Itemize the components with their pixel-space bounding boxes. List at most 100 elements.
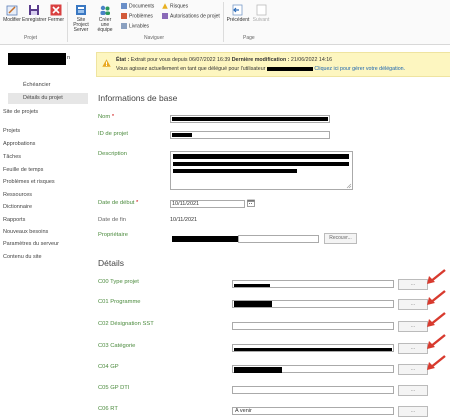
livrables-button[interactable]: Livrables [121, 23, 149, 29]
autorisations-button[interactable]: Autorisations de projet [162, 13, 220, 19]
modifier-button[interactable]: Modifier [2, 4, 22, 23]
ribbon-separator [223, 2, 224, 42]
suivant-button[interactable]: Suivant [250, 4, 272, 23]
nav-details-projet[interactable]: Détails du projet [23, 95, 63, 101]
description-redacted [173, 162, 349, 166]
warning-icon [102, 59, 111, 67]
nav-item-nouveaux-besoins[interactable]: Nouveaux besoins [3, 229, 48, 235]
nav-site-projets[interactable]: Site de projets [3, 109, 38, 115]
group-label-naviguer: Naviguer [144, 35, 165, 41]
id-projet-input[interactable] [170, 131, 330, 139]
calendar-icon[interactable] [247, 199, 255, 207]
nav-item-rapports[interactable]: Rapports [3, 217, 25, 223]
date-debut-label: Date de début * [98, 200, 139, 206]
recouvrir-button[interactable]: Recouvr... [324, 233, 357, 244]
description-label: Description [98, 151, 127, 157]
status-warning-bar: État : Extrait pour vous depuis 06/07/20… [96, 52, 450, 77]
deliverables-icon [121, 23, 127, 29]
c00-lookup-button[interactable]: ... [398, 279, 428, 290]
group-label-projet: Projet [24, 35, 38, 41]
c01-programme-label: C01 Programme [98, 299, 141, 305]
section-title-informations: Informations de base [98, 93, 178, 103]
permissions-icon [162, 13, 168, 19]
nom-label: Nom * [98, 114, 115, 120]
manage-delegation-link[interactable]: Cliquez ici pour gérer votre délégation. [314, 66, 405, 72]
nav-item-feuille-de-temps[interactable]: Feuille de temps [3, 167, 43, 173]
site-icon [76, 5, 86, 15]
issues-icon [121, 13, 127, 19]
c01-value-redacted [234, 301, 272, 307]
site-logo-redacted [8, 53, 66, 65]
proprietaire-label: Propriétaire [98, 232, 128, 238]
c05-lookup-button[interactable]: ... [398, 385, 428, 396]
nav-item-parametres-serveur[interactable]: Paramètres du serveur [3, 241, 59, 247]
nom-value-redacted [172, 117, 328, 121]
section-title-details: Détails [98, 258, 124, 268]
date-fin-value: 10/11/2021 [170, 217, 198, 223]
c05-gp-dti-label: C05 GP DTI [98, 385, 130, 391]
id-value-redacted [172, 133, 192, 137]
c00-type-projet-label: C00 Type projet [98, 279, 139, 285]
c06-rt-input[interactable] [232, 407, 394, 415]
close-icon [50, 4, 62, 16]
warning-icon [162, 3, 168, 9]
team-icon [100, 5, 110, 15]
nav-item-ressources[interactable]: Ressources [3, 192, 32, 198]
c04-gp-label: C04 GP [98, 364, 119, 370]
ribbon: Modifier Enregistrer Fermer Projet Site … [0, 0, 450, 45]
c02-designation-sst-label: C02 Désignation SST [98, 321, 154, 327]
resize-handle-icon[interactable] [346, 183, 352, 189]
description-redacted [173, 154, 349, 159]
date-fin-label: Date de fin [98, 217, 127, 223]
nav-item-contenu-site[interactable]: Contenu du site [3, 254, 42, 260]
nav-item-problemes-risques[interactable]: Problèmes et risques [3, 179, 55, 185]
description-redacted [173, 169, 297, 173]
delegation-text: Vous agissez actuellement en tant que dé… [116, 66, 406, 72]
date-debut-value: 10/11/2021 [172, 201, 200, 207]
c06-rt-value: A venir [235, 408, 252, 414]
risques-button[interactable]: Risques [162, 3, 188, 9]
creer-equipe-button[interactable]: Créer une équipe [94, 4, 116, 33]
redacted-username [266, 66, 313, 71]
enregistrer-button[interactable]: Enregistrer [22, 4, 46, 23]
save-icon [29, 5, 39, 15]
c06-lookup-button[interactable]: ... [398, 406, 428, 417]
edit-project-icon [6, 5, 18, 16]
documents-icon [121, 3, 127, 9]
c03-lookup-button[interactable]: ... [398, 343, 428, 354]
c05-gp-dti-input[interactable] [232, 386, 394, 394]
nav-item-approbations[interactable]: Approbations [3, 141, 35, 147]
previous-icon [232, 4, 243, 16]
fermer-button[interactable]: Fermer [47, 4, 65, 23]
c06-rt-label: C06 RT [98, 406, 118, 412]
ribbon-separator [67, 2, 68, 42]
problemes-button[interactable]: Problèmes [121, 13, 153, 19]
next-icon [256, 4, 267, 16]
c00-value-redacted [234, 284, 270, 287]
precedent-button[interactable]: Précédent [226, 4, 250, 23]
c02-designation-sst-input[interactable] [232, 322, 394, 330]
c01-lookup-button[interactable]: ... [398, 299, 428, 310]
red-arrow-icon [427, 269, 446, 284]
nav-item-dictionnaire[interactable]: Dictionnaire [3, 204, 32, 210]
site-title-suffix: n [67, 55, 71, 61]
red-arrow-icon [427, 334, 446, 349]
c04-lookup-button[interactable]: ... [398, 364, 428, 375]
checkout-status-text: État : Extrait pour vous depuis 06/07/20… [116, 57, 333, 63]
id-projet-label: ID de projet [98, 131, 128, 137]
proprietaire-redacted [172, 236, 238, 242]
red-arrow-icon [427, 312, 446, 327]
nav-echeancier[interactable]: Échéancier [23, 82, 51, 88]
documents-button[interactable]: Documents [121, 3, 154, 9]
nav-item-taches[interactable]: Tâches [3, 154, 21, 160]
nav-item-projets[interactable]: Projets [3, 128, 20, 134]
c03-value-redacted [234, 348, 392, 351]
c04-value-redacted [234, 367, 282, 373]
c02-lookup-button[interactable]: ... [398, 321, 428, 332]
proprietaire-input[interactable] [238, 235, 319, 243]
red-arrow-icon [427, 355, 446, 370]
c03-categorie-label: C03 Catégorie [98, 343, 136, 349]
site-project-server-button[interactable]: Site Project Server [69, 4, 93, 33]
red-arrow-icon [427, 290, 446, 305]
group-label-page: Page [243, 35, 255, 41]
